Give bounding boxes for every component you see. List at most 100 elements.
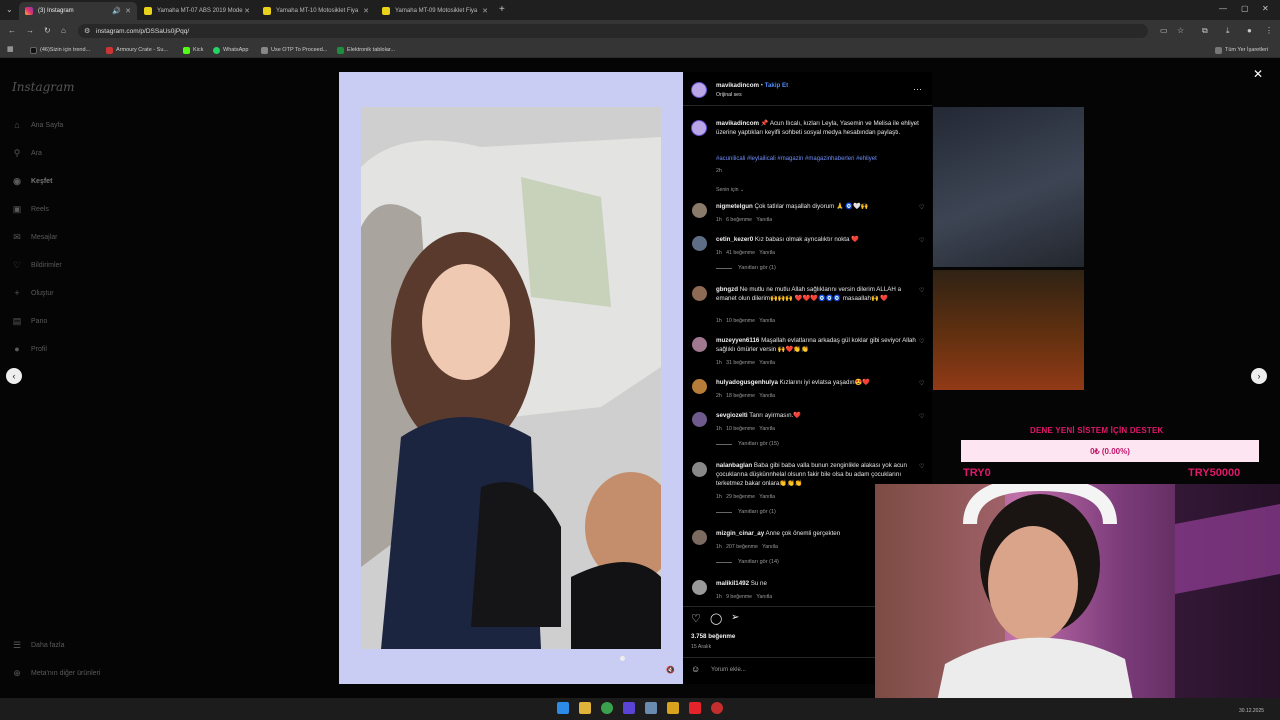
app-icon[interactable] [667, 702, 679, 714]
avatar[interactable] [691, 82, 707, 98]
avatar[interactable] [692, 530, 707, 545]
reply-button[interactable]: Yanıtla [759, 494, 775, 500]
comment-likes[interactable]: 18 beğenme [726, 393, 755, 399]
more-options-icon[interactable]: ⋯ [913, 84, 922, 95]
comment-username[interactable]: gbngzd [716, 286, 738, 293]
comment-username[interactable]: hulyadogusgenhulya [716, 379, 778, 386]
post-username[interactable]: mavikadincom [716, 82, 759, 89]
nav-home[interactable]: ⌂ Ana Sayfa [12, 118, 63, 132]
reload-icon[interactable]: ↻ [44, 26, 51, 35]
start-button-icon[interactable] [557, 702, 569, 714]
forward-icon[interactable]: → [26, 26, 34, 35]
like-icon[interactable]: ♡ [691, 612, 701, 625]
app-icon[interactable] [689, 702, 701, 714]
steam-icon[interactable] [645, 702, 657, 714]
avatar[interactable] [691, 120, 707, 136]
next-post-button[interactable]: › [1251, 368, 1267, 384]
close-modal-icon[interactable]: ✕ [1253, 67, 1263, 81]
follow-button[interactable]: Takip Et [765, 82, 789, 89]
nav-dashboard[interactable]: ▤ Pano [12, 314, 48, 328]
maximize-icon[interactable]: ▢ [1241, 4, 1249, 13]
avatar[interactable] [692, 462, 707, 477]
comment-like-icon[interactable]: ♡ [919, 338, 924, 345]
nav-search[interactable]: ⚲ Ara [12, 146, 42, 160]
mute-icon[interactable]: 🔇 [666, 666, 675, 674]
comment-username[interactable]: muzeyyen6116 [716, 337, 759, 344]
view-replies-button[interactable]: Yanıtları gör (15) [716, 441, 779, 447]
close-tab-icon[interactable]: ✕ [244, 7, 250, 15]
view-replies-button[interactable]: Yanıtları gör (14) [716, 559, 779, 565]
caption-username[interactable]: mavikadincom [716, 120, 759, 127]
view-replies-button[interactable]: Yanıtları gör (1) [716, 265, 776, 271]
comment-likes[interactable]: 9 beğenme [726, 594, 752, 600]
nav-messages[interactable]: ✉ Mesajlar [12, 230, 57, 244]
instagram-logo[interactable]: Instagram [12, 80, 75, 94]
reply-button[interactable]: Yanıtla [759, 360, 775, 366]
close-tab-icon[interactable]: ✕ [482, 7, 488, 15]
comment-likes[interactable]: 10 beğenme [726, 318, 755, 324]
file-explorer-icon[interactable] [579, 702, 591, 714]
tab-yamaha-mt10[interactable]: Yamaha MT-10 Motosiklet Fiya ✕ [257, 2, 375, 20]
profile-avatar-icon[interactable]: ● [1247, 26, 1252, 35]
comment-like-icon[interactable]: ♡ [919, 380, 924, 387]
bookmark-sheets[interactable]: Elektronik tablolar... [337, 45, 395, 55]
cast-icon[interactable]: ▭ [1160, 26, 1168, 35]
audio-label[interactable]: Orijinal ses [716, 92, 742, 98]
comment-like-icon[interactable]: ♡ [919, 237, 924, 244]
home-button-icon[interactable]: ⌂ [61, 26, 66, 35]
comment-input[interactable]: Yorum ekle... [711, 667, 746, 673]
comment-like-icon[interactable]: ♡ [919, 287, 924, 294]
comment-username[interactable]: malikil1492 [716, 580, 749, 587]
avatar[interactable] [692, 203, 707, 218]
bookmark-otp[interactable]: Use OTP To Proceed... [261, 45, 327, 55]
comment-likes[interactable]: 6 beğenme [726, 217, 752, 223]
all-bookmarks[interactable]: Tüm Yer İşaretleri [1215, 45, 1268, 55]
bookmark-armoury[interactable]: Armoury Crate - Su... [106, 45, 168, 55]
avatar[interactable] [692, 580, 707, 595]
comment-username[interactable]: sevgiozelti [716, 412, 748, 419]
comment-username[interactable]: cetin_kezer0 [716, 236, 753, 243]
avatar[interactable] [692, 286, 707, 301]
bookmark-star-icon[interactable]: ☆ [1177, 26, 1184, 35]
avatar[interactable] [692, 412, 707, 427]
app-icon[interactable] [711, 702, 723, 714]
nav-create[interactable]: + Oluştur [12, 286, 53, 300]
menu-kebab-icon[interactable]: ⋮ [1265, 26, 1273, 35]
comment-likes[interactable]: 31 beğenme [726, 360, 755, 366]
bookmark-tiktok[interactable]: (46)Sizin için trend... [30, 45, 90, 55]
reply-button[interactable]: Yanıtla [756, 594, 772, 600]
reply-button[interactable]: Yanıtla [762, 544, 778, 550]
share-icon[interactable]: ➢ [731, 612, 739, 623]
tab-yamaha-mt07[interactable]: Yamaha MT-07 ABS 2019 Mode ✕ [138, 2, 256, 20]
like-count[interactable]: 3.758 beğenme [691, 633, 735, 640]
tab-search-icon[interactable]: ⌄ [6, 5, 13, 14]
reply-button[interactable]: Yanıtla [759, 318, 775, 324]
view-replies-button[interactable]: Yanıtları gör (1) [716, 509, 776, 515]
apps-grid-icon[interactable]: ▦ [7, 45, 14, 53]
previous-post-button[interactable]: ‹ [6, 368, 22, 384]
nav-notifications[interactable]: ♡ Bildirimler [12, 258, 62, 272]
extensions-icon[interactable]: ⧉ [1202, 26, 1208, 36]
hashtags[interactable]: #acunilicali #leylailicali #magazin #mag… [716, 156, 922, 162]
back-icon[interactable]: ← [8, 26, 16, 35]
comment-username[interactable]: mizgin_cinar_ay [716, 530, 764, 537]
bookmark-whatsapp[interactable]: WhatsApp [213, 45, 248, 55]
sort-dropdown[interactable]: Senin için ⌄ [716, 187, 744, 193]
close-tab-icon[interactable]: ✕ [363, 7, 369, 15]
nav-reels[interactable]: ▣ Reels [12, 202, 49, 216]
close-tab-icon[interactable]: ✕ [125, 7, 131, 15]
comment-like-icon[interactable]: ♡ [919, 413, 924, 420]
reply-button[interactable]: Yanıtla [759, 393, 775, 399]
discord-icon[interactable] [623, 702, 635, 714]
new-tab-button[interactable]: + [499, 4, 505, 15]
comment-icon[interactable]: ◯ [710, 612, 722, 625]
nav-more[interactable]: ☰ Daha fazla [12, 638, 65, 652]
comment-like-icon[interactable]: ♡ [919, 463, 924, 470]
comment-likes[interactable]: 29 beğenme [726, 494, 755, 500]
reply-button[interactable]: Yanıtla [759, 426, 775, 432]
address-bar[interactable]: instagram.com/p/DSSaUs0jPqq/ [78, 24, 1148, 38]
emoji-icon[interactable]: ☺ [691, 664, 700, 674]
nav-meta[interactable]: ⊕ Meta'nın diğer ürünleri [12, 666, 100, 680]
comment-like-icon[interactable]: ♡ [919, 204, 924, 211]
comment-username[interactable]: nigmetelgun [716, 203, 753, 210]
